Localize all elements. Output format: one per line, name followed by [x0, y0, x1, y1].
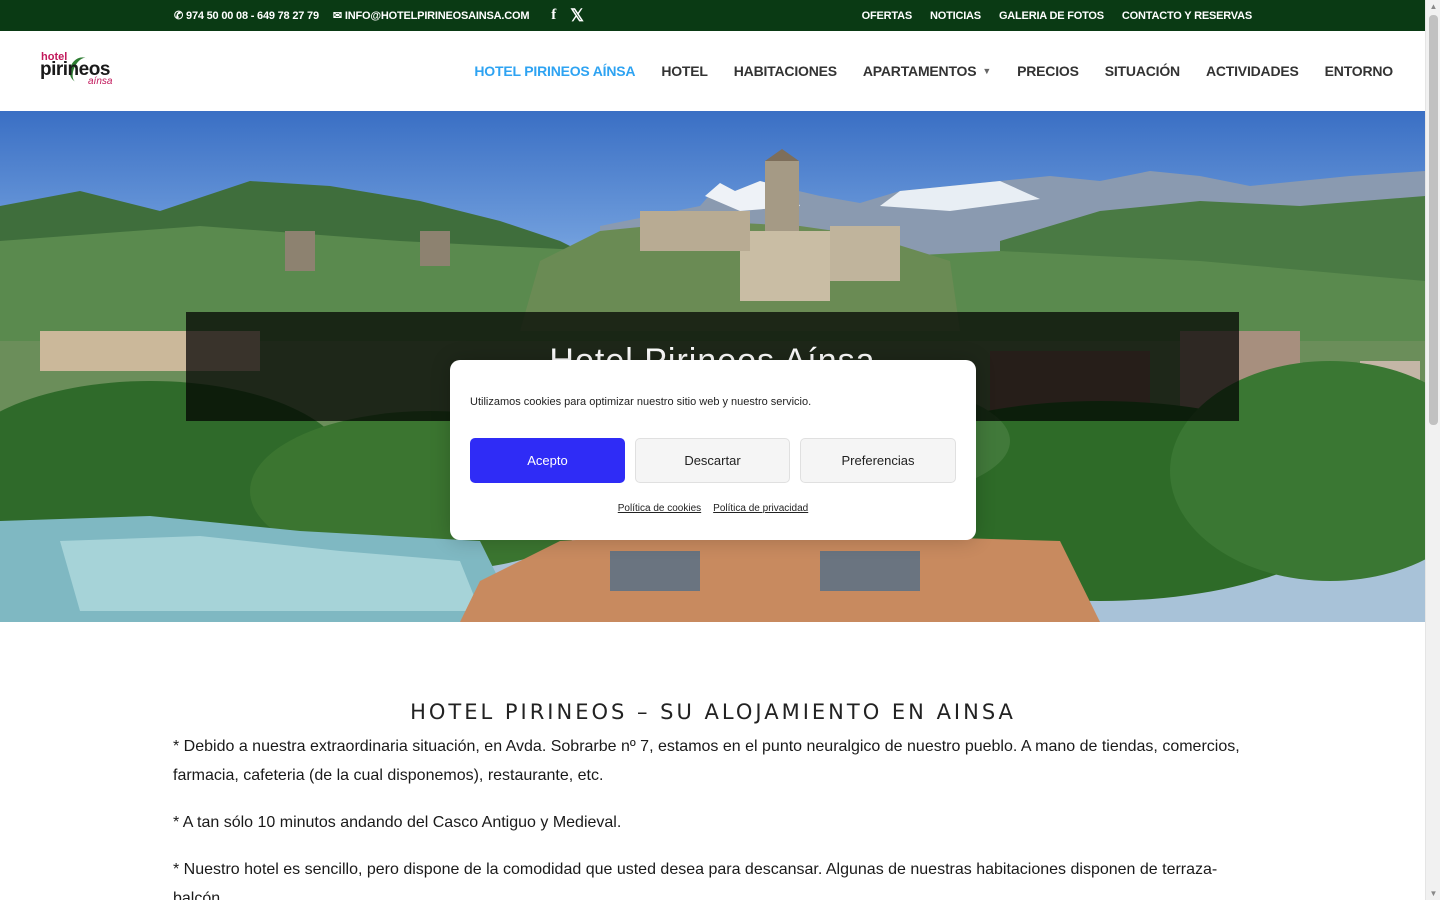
- cookie-preferences-button[interactable]: Preferencias: [800, 438, 956, 483]
- facebook-icon[interactable]: f: [551, 7, 556, 24]
- accept-cookies-button[interactable]: Acepto: [470, 438, 625, 483]
- link-galeria-de-fotos[interactable]: GALERIA DE FOTOS: [999, 10, 1104, 22]
- link-ofertas[interactable]: OFERTAS: [862, 10, 913, 22]
- section-heading: HOTEL PIRINEOS – SU ALOJAMIENTO EN AINSA: [410, 700, 1016, 724]
- scroll-down-icon[interactable]: ▼: [1426, 889, 1440, 898]
- nav-item-hotel-pirineos-ainsa[interactable]: HOTEL PIRINEOS AÍNSA: [474, 63, 635, 79]
- x-icon[interactable]: 𝕏: [570, 6, 584, 26]
- nav-item-entorno[interactable]: ENTORNO: [1325, 63, 1394, 79]
- phone-contact[interactable]: ✆ 974 50 00 08 - 649 78 27 79: [174, 9, 319, 23]
- link-noticias[interactable]: NOTICIAS: [930, 10, 981, 22]
- email-contact[interactable]: ✉ INFO@HOTELPIRINEOSAINSA.COM: [332, 9, 530, 23]
- main-nav: HOTEL PIRINEOS AÍNSA HOTEL HABITACIONES …: [474, 31, 1393, 111]
- privacy-policy-link[interactable]: Política de privacidad: [713, 503, 808, 514]
- link-contacto-y-reservas[interactable]: CONTACTO Y RESERVAS: [1122, 10, 1252, 22]
- top-bar-links: OFERTAS NOTICIAS GALERIA DE FOTOS CONTAC…: [862, 0, 1253, 31]
- cookie-policy-link[interactable]: Política de cookies: [618, 503, 701, 514]
- intro-section: HOTEL PIRINEOS – SU ALOJAMIENTO EN AINSA…: [173, 700, 1253, 900]
- nav-item-actividades[interactable]: ACTIVIDADES: [1206, 63, 1299, 79]
- phone-icon: ✆: [174, 10, 184, 22]
- paragraph-old-town: * A tan sólo 10 minutos andando del Casc…: [173, 814, 622, 831]
- top-bar: ✆ 974 50 00 08 - 649 78 27 79 ✉ INFO@HOT…: [0, 0, 1425, 31]
- hotel-logo[interactable]: hotel pirineos aínsa: [40, 51, 120, 91]
- phone-text: 974 50 00 08 - 649 78 27 79: [186, 9, 319, 22]
- scrollbar-thumb[interactable]: [1429, 15, 1438, 425]
- nav-item-situacion[interactable]: SITUACIÓN: [1105, 63, 1180, 79]
- nav-item-habitaciones[interactable]: HABITACIONES: [734, 63, 837, 79]
- cookie-policy-links: Política de cookies Política de privacid…: [450, 503, 976, 514]
- email-text: INFO@HOTELPIRINEOSAINSA.COM: [344, 9, 530, 22]
- deny-cookies-button[interactable]: Descartar: [635, 438, 790, 483]
- logo-line-3: aínsa: [88, 76, 113, 87]
- cookie-consent-dialog: Utilizamos cookies para optimizar nuestr…: [450, 360, 976, 540]
- top-bar-contact: ✆ 974 50 00 08 - 649 78 27 79 ✉ INFO@HOT…: [174, 0, 584, 31]
- nav-item-apartamentos[interactable]: APARTAMENTOS ▼: [863, 63, 991, 79]
- page: ✆ 974 50 00 08 - 649 78 27 79 ✉ INFO@HOT…: [0, 0, 1425, 900]
- scroll-up-icon[interactable]: ▲: [1426, 2, 1440, 11]
- social-links: f 𝕏: [551, 6, 584, 26]
- page-scrollbar[interactable]: ▲ ▼: [1425, 0, 1440, 900]
- cookie-message: Utilizamos cookies para optimizar nuestr…: [470, 396, 812, 408]
- chevron-down-icon: ▼: [982, 66, 992, 76]
- mail-icon: ✉: [332, 10, 342, 22]
- nav-item-apartamentos-label: APARTAMENTOS: [862, 63, 977, 79]
- paragraph-location: * Debido a nuestra extraordinaria situac…: [173, 738, 1240, 784]
- nav-item-hotel[interactable]: HOTEL: [661, 63, 708, 79]
- site-header: hotel pirineos aínsa HOTEL PIRINEOS AÍNS…: [0, 31, 1425, 111]
- paragraph-comfort: * Nuestro hotel es sencillo, pero dispon…: [173, 861, 1218, 900]
- nav-item-precios[interactable]: PRECIOS: [1017, 63, 1079, 79]
